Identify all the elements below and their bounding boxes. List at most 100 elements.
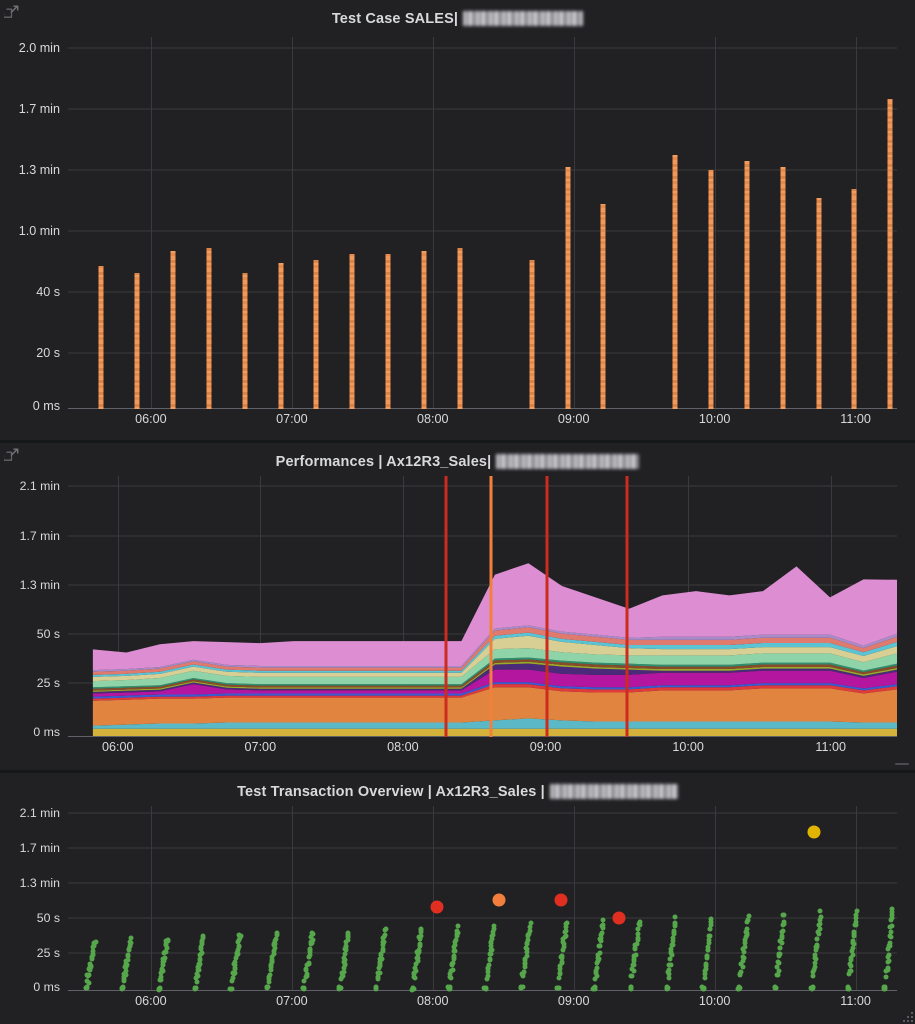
panel-title[interactable]: Test Transaction Overview | Ax12R3_Sales… xyxy=(0,773,915,800)
y-tick-label: 1.7 min xyxy=(19,102,60,116)
scatter-point xyxy=(635,932,640,937)
gridline xyxy=(68,917,897,918)
bar[interactable] xyxy=(206,248,211,409)
scatter-point xyxy=(85,978,90,983)
gridline xyxy=(68,109,897,110)
bar[interactable] xyxy=(170,251,175,409)
gridline xyxy=(68,882,897,883)
scatter-point xyxy=(237,933,242,938)
scatter-point xyxy=(598,950,603,955)
scatter-point xyxy=(233,967,238,972)
x-tick-label: 08:00 xyxy=(387,740,419,754)
bar[interactable] xyxy=(135,273,140,409)
bar[interactable] xyxy=(565,167,570,409)
bar[interactable] xyxy=(888,99,893,409)
bar[interactable] xyxy=(780,167,785,409)
scatter-outlier-point[interactable] xyxy=(613,911,626,924)
annotation-marker[interactable] xyxy=(546,476,549,737)
bar[interactable] xyxy=(852,189,857,409)
x-tick-label: 10:00 xyxy=(699,412,731,426)
scatter-point xyxy=(885,965,890,970)
scatter-point xyxy=(852,930,857,935)
gridline xyxy=(574,806,575,991)
scatter-outlier-point[interactable] xyxy=(493,893,506,906)
x-tick-label: 09:00 xyxy=(530,740,562,754)
scatter-point xyxy=(345,931,350,936)
scatter-point xyxy=(157,985,162,990)
scatter-point xyxy=(556,985,561,990)
scatter-point xyxy=(635,926,640,931)
bar[interactable] xyxy=(278,263,283,409)
bar[interactable] xyxy=(422,251,427,409)
stacked-area-canvas[interactable] xyxy=(68,476,897,737)
bar-chart-canvas[interactable] xyxy=(68,37,897,409)
scatter-point xyxy=(447,984,452,989)
panel-resize-handle[interactable] xyxy=(897,1006,913,1022)
scatter-point xyxy=(890,923,895,928)
bar[interactable] xyxy=(350,254,355,409)
redacted-title-segment xyxy=(496,454,639,469)
grafana-dashboard: Test Case SALES| 2.0 min 1.7 min 1.3 min… xyxy=(0,0,915,1024)
y-tick-label: 2.1 min xyxy=(20,806,60,820)
panel-title[interactable]: Test Case SALES| xyxy=(0,0,915,27)
bar[interactable] xyxy=(457,248,462,409)
y-tick-label: 2.1 min xyxy=(20,479,60,493)
gridline xyxy=(68,170,897,171)
scatter-point xyxy=(93,939,98,944)
scatter-point xyxy=(600,918,605,923)
external-link-icon[interactable] xyxy=(4,447,20,463)
bar[interactable] xyxy=(314,260,319,409)
gridline xyxy=(292,37,293,409)
scatter-point xyxy=(200,934,205,939)
scatter-point xyxy=(597,944,602,949)
x-tick-label: 07:00 xyxy=(245,740,277,754)
scatter-point xyxy=(88,961,93,966)
scatter-outlier-point[interactable] xyxy=(430,901,443,914)
bar[interactable] xyxy=(529,260,534,409)
x-tick-label: 11:00 xyxy=(840,412,871,426)
y-tick-label: 1.3 min xyxy=(19,163,60,177)
redacted-title-segment xyxy=(550,784,678,799)
scatter-point xyxy=(781,920,786,925)
stacked-area-plot: 2.1 min 1.7 min 1.3 min 50 s 25 s 0 ms xyxy=(0,476,915,737)
annotation-marker[interactable] xyxy=(489,476,492,737)
panel-title[interactable]: Performances | Ax12R3_Sales| xyxy=(0,443,915,470)
scatter-point xyxy=(451,954,456,959)
scatter-outlier-point[interactable] xyxy=(808,826,821,839)
gridline xyxy=(68,952,897,953)
scatter-point xyxy=(818,922,823,927)
bar[interactable] xyxy=(242,273,247,409)
annotation-marker[interactable] xyxy=(625,476,628,737)
gridline xyxy=(68,48,897,49)
bar[interactable] xyxy=(816,198,821,409)
x-tick-label: 07:00 xyxy=(276,994,308,1008)
scatter-point xyxy=(266,985,271,990)
annotation-marker[interactable] xyxy=(445,476,448,737)
y-tick-label: 1.7 min xyxy=(20,529,60,543)
scatter-canvas[interactable] xyxy=(68,806,897,991)
panel-title-text: Performances | Ax12R3_Sales| xyxy=(276,454,492,470)
gridline xyxy=(433,37,434,409)
scatter-point xyxy=(666,976,671,981)
panel-test-transaction-overview: Test Transaction Overview | Ax12R3_Sales… xyxy=(0,773,915,1024)
scatter-point xyxy=(781,913,786,918)
bar[interactable] xyxy=(386,254,391,409)
y-tick-label: 0 ms xyxy=(33,725,60,739)
gridline xyxy=(715,806,716,991)
bar[interactable] xyxy=(99,266,104,409)
bar[interactable] xyxy=(744,161,749,409)
bar[interactable] xyxy=(673,155,678,409)
scatter-point xyxy=(736,984,741,989)
bar[interactable] xyxy=(709,170,714,409)
scatter-point xyxy=(119,986,124,991)
scatter-point xyxy=(886,959,891,964)
scatter-outlier-point[interactable] xyxy=(555,893,568,906)
x-tick-label: 06:00 xyxy=(102,740,134,754)
gridline xyxy=(856,806,857,991)
external-link-icon[interactable] xyxy=(4,4,20,20)
scatter-point xyxy=(738,970,743,975)
scatter-point xyxy=(486,974,491,979)
bar[interactable] xyxy=(601,204,606,409)
scatter-point xyxy=(746,914,751,919)
scatter-point xyxy=(338,985,343,990)
